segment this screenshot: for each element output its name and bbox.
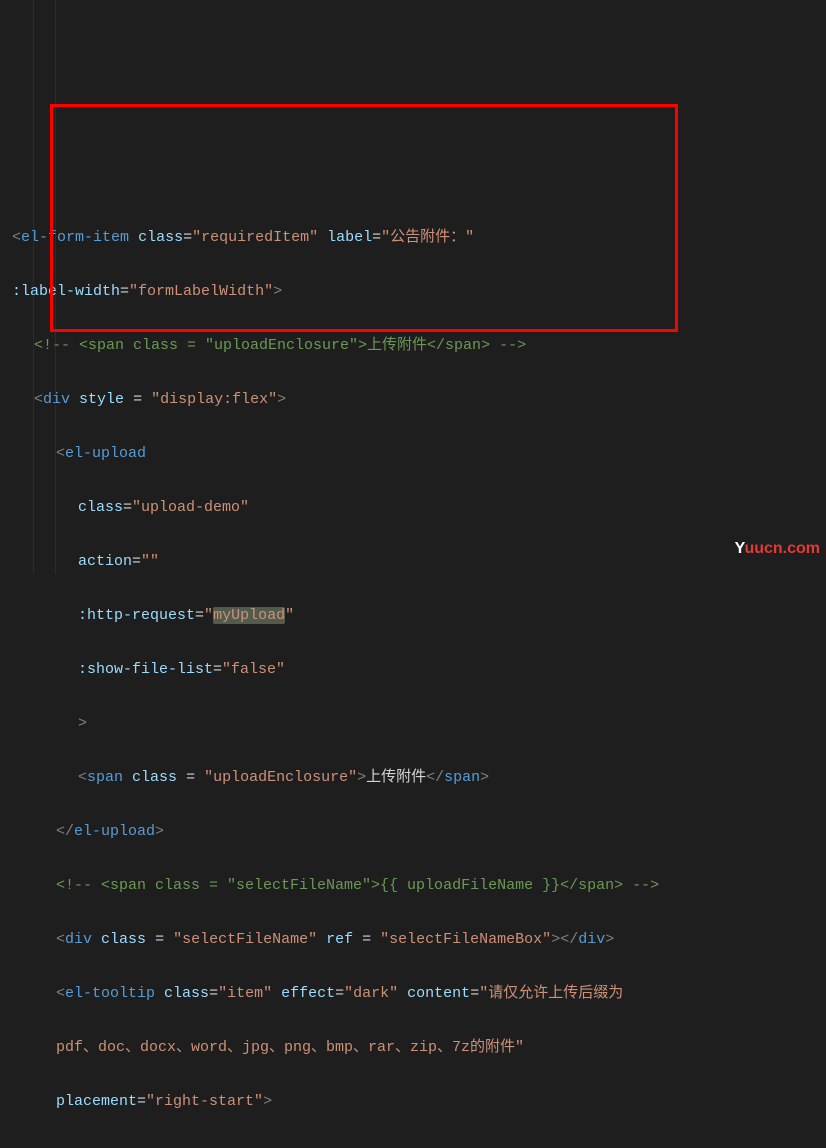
code-line: <span class = "uploadEnclosure">上传附件</sp… bbox=[12, 764, 814, 791]
code-line: > bbox=[12, 710, 814, 737]
code-line: :label-width="formLabelWidth"> bbox=[12, 278, 814, 305]
code-line: :show-file-list="false" bbox=[12, 656, 814, 683]
code-line: :http-request="myUpload" bbox=[12, 602, 814, 629]
comment-line: <!-- <span class = "uploadEnclosure">上传附… bbox=[12, 332, 814, 359]
code-line: placement="right-start"> bbox=[12, 1088, 814, 1115]
code-line: class="upload-demo" bbox=[12, 494, 814, 521]
code-line: </el-upload> bbox=[12, 818, 814, 845]
code-line: <div class = "selectFileName" ref = "sel… bbox=[12, 926, 814, 953]
comment-line: <!-- <span class = "selectFileName">{{ u… bbox=[12, 872, 814, 899]
highlighted-token: myUpload bbox=[213, 607, 285, 624]
code-line: <el-upload bbox=[12, 440, 814, 467]
code-line: <el-form-item class="requiredItem" label… bbox=[12, 224, 814, 251]
code-line: <div style = "display:flex"> bbox=[12, 386, 814, 413]
code-block: <el-form-item class="requiredItem" label… bbox=[12, 197, 814, 1148]
code-line: <i class="el-icon-question" style = "fon… bbox=[12, 1142, 814, 1148]
code-line: pdf、doc、docx、word、jpg、png、bmp、rar、zip、7z… bbox=[12, 1034, 814, 1061]
code-line: <el-tooltip class="item" effect="dark" c… bbox=[12, 980, 814, 1007]
code-line: action="" bbox=[12, 548, 814, 575]
